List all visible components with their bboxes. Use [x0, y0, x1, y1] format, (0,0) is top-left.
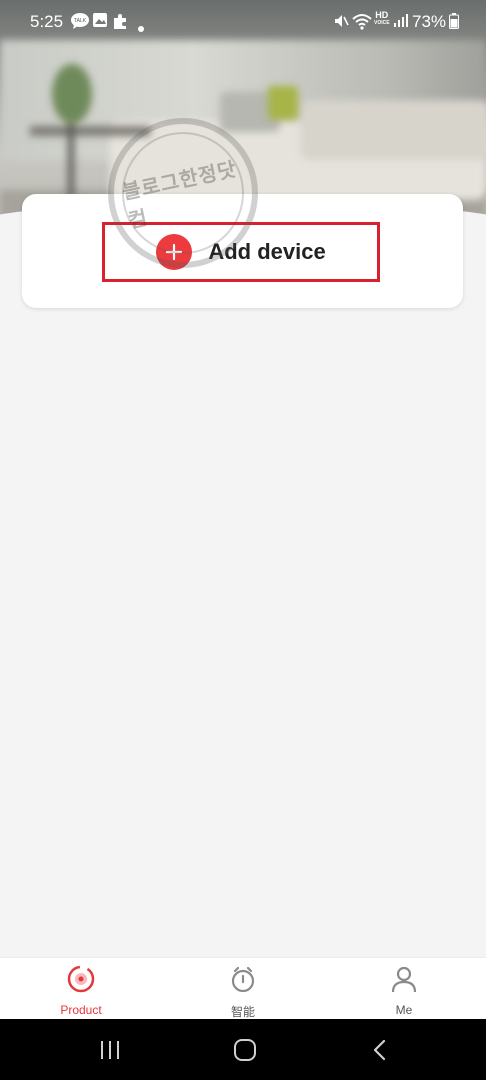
nav-label-me: Me: [395, 1003, 413, 1017]
svg-text:TALK: TALK: [74, 18, 87, 24]
nav-label-smart: 智能: [230, 1005, 255, 1019]
talk-message-icon: TALK: [70, 12, 90, 35]
wifi-icon: [352, 12, 372, 35]
nav-item-me[interactable]: Me: [344, 964, 464, 1018]
system-navigation-bar: [0, 1019, 486, 1080]
nav-item-smart[interactable]: 智能: [183, 964, 303, 1019]
battery-percent: 73%: [412, 12, 447, 31]
hd-voice-icon: HD VOICE: [374, 10, 390, 27]
puzzle-icon: [112, 12, 130, 35]
home-button[interactable]: [225, 1035, 265, 1065]
dot-icon: [138, 17, 144, 37]
gallery-icon: [92, 12, 108, 33]
smart-timer-icon: [228, 964, 258, 999]
back-button[interactable]: [360, 1035, 400, 1065]
status-bar: 5:25 TALK HD VOICE 73%: [0, 0, 486, 44]
signal-icon: [393, 12, 409, 33]
recent-apps-button[interactable]: [90, 1035, 130, 1065]
bottom-navigation: Product 智能 Me: [0, 957, 486, 1020]
mute-icon: [332, 12, 350, 35]
add-device-button[interactable]: Add device: [102, 222, 380, 282]
add-device-label: Add device: [208, 239, 326, 264]
product-icon: [66, 964, 96, 999]
status-time: 5:25: [30, 12, 64, 31]
nav-label-product: Product: [60, 1003, 102, 1017]
plus-icon: [156, 234, 193, 270]
add-device-card: Add device: [22, 194, 463, 308]
person-icon: [389, 964, 419, 999]
nav-item-product[interactable]: Product: [21, 964, 141, 1018]
battery-icon: [449, 13, 459, 34]
